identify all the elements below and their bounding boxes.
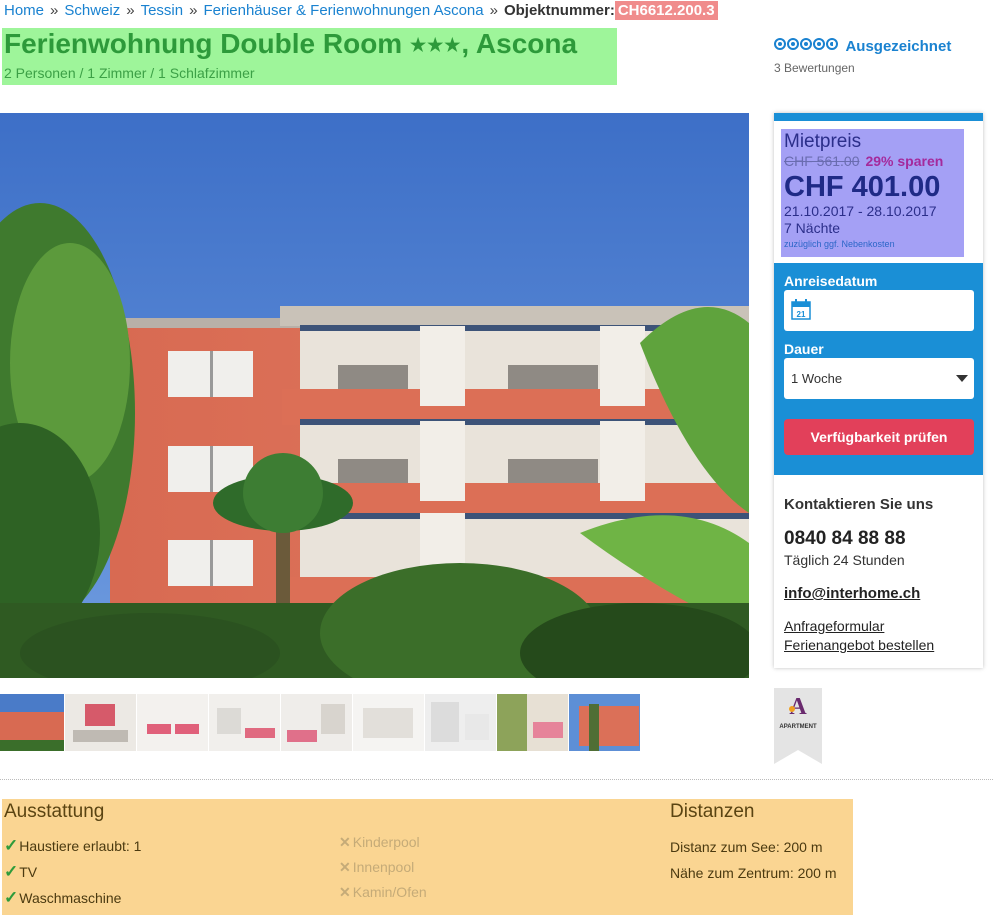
object-number: CH6612.200.3 xyxy=(614,1,718,20)
amenity-label: TV xyxy=(19,864,38,880)
old-price: CHF 561.00 xyxy=(784,153,860,169)
cross-icon: ✕ xyxy=(339,834,351,850)
rating-dot xyxy=(800,38,812,50)
thumbnail-8[interactable] xyxy=(497,694,568,751)
duration-select[interactable]: 1 Woche xyxy=(784,358,974,399)
amenity-label: Kamin/Ofen xyxy=(352,884,427,900)
distances-heading: Distanzen xyxy=(670,801,755,822)
check-icon: ✓ xyxy=(4,862,19,881)
rating-dot xyxy=(774,38,786,50)
amenity-available: ✓Haustiere erlaubt: 1 xyxy=(4,836,141,856)
listing-title-block: Ferienwohnung Double Room ★★★, Ascona 2 … xyxy=(2,28,617,85)
calendar-icon[interactable]: 21 xyxy=(791,299,811,320)
rating-widget[interactable]: Ausgezeichnet 3 Bewertungen xyxy=(774,37,951,75)
cross-icon: ✕ xyxy=(339,884,351,900)
arrival-date-input[interactable]: 21 xyxy=(784,290,974,331)
duration-value: 1 Woche xyxy=(791,371,843,386)
breadcrumb-home[interactable]: Home xyxy=(4,2,44,19)
distance-center: Nähe zum Zentrum: 200 m xyxy=(670,865,837,881)
distance-lake: Distanz zum See: 200 m xyxy=(670,839,823,855)
breadcrumb-separator: » xyxy=(189,2,198,19)
thumbnail-strip xyxy=(0,694,640,751)
check-availability-button[interactable]: Verfügbarkeit prüfen xyxy=(784,419,974,455)
contact-block: Kontaktieren Sie uns 0840 84 88 88 Tägli… xyxy=(784,496,974,655)
badge-text: APARTMENT xyxy=(779,724,817,730)
sidebar-top-bar xyxy=(774,113,983,121)
current-price: CHF 401.00 xyxy=(784,171,941,203)
contact-hours: Täglich 24 Stunden xyxy=(784,552,905,568)
breadcrumb-separator: » xyxy=(126,2,135,19)
rating-dot xyxy=(813,38,825,50)
amenity-unavailable: ✕ Kamin/Ofen xyxy=(339,884,427,901)
star-rating-icon: ★★★ xyxy=(409,35,462,55)
amenity-available: ✓Waschmaschine xyxy=(4,888,121,908)
check-icon: ✓ xyxy=(4,888,19,907)
review-count: 3 Bewertungen xyxy=(774,61,855,76)
thumbnail-3[interactable] xyxy=(137,694,208,751)
thumbnail-6[interactable] xyxy=(353,694,424,751)
amenities-heading: Ausstattung xyxy=(4,801,105,822)
rating-dot xyxy=(787,38,799,50)
cross-icon: ✕ xyxy=(339,859,351,875)
amenity-available: ✓TV xyxy=(4,862,37,882)
thumbnail-5[interactable] xyxy=(281,694,352,751)
contact-heading: Kontaktieren Sie uns xyxy=(784,496,934,513)
amenity-label: Waschmaschine xyxy=(19,890,122,906)
rating-dot-half xyxy=(826,38,838,50)
breadcrumb-schweiz[interactable]: Schweiz xyxy=(64,2,120,19)
amenity-unavailable: ✕ Innenpool xyxy=(339,859,414,876)
thumbnail-2[interactable] xyxy=(65,694,136,751)
amenity-label: Kinderpool xyxy=(352,834,420,850)
savings-badge: 29% sparen xyxy=(865,153,944,169)
breadcrumb-separator: » xyxy=(489,2,498,19)
title-location: , Ascona xyxy=(461,28,578,59)
main-photo[interactable] xyxy=(0,113,749,678)
object-number-label: Objektnummer: xyxy=(503,2,615,19)
contact-phone[interactable]: 0840 84 88 88 xyxy=(784,528,974,550)
section-divider xyxy=(0,779,993,780)
breadcrumb-tessin[interactable]: Tessin xyxy=(141,2,184,19)
arrival-label: Anreisedatum xyxy=(784,273,878,289)
price-box: Mietpreis CHF 561.00 29% sparen CHF 401.0… xyxy=(781,129,964,257)
title-main: Ferienwohnung Double Room xyxy=(4,28,403,59)
breadcrumb: Home » Schweiz » Tessin » Ferienhäuser & Ferie… xyxy=(4,1,718,21)
chevron-down-icon xyxy=(956,375,968,382)
amenity-label: Haustiere erlaubt: 1 xyxy=(19,838,142,854)
thumbnail-4[interactable] xyxy=(209,694,280,751)
breadcrumb-separator: » xyxy=(50,2,59,19)
booking-form: Anreisedatum 21 Dauer 1 Woche Verfügbark… xyxy=(774,263,983,475)
amenity-label: Innenpool xyxy=(352,859,415,875)
price-heading: Mietpreis xyxy=(784,131,862,152)
check-icon: ✓ xyxy=(4,836,19,855)
calendar-icon-day: 21 xyxy=(797,310,806,319)
page-title: Ferienwohnung Double Room ★★★, Ascona xyxy=(2,28,617,61)
inquiry-form-link[interactable]: Anfrageformular xyxy=(784,617,974,636)
listing-subtitle: 2 Personen / 1 Zimmer / 1 Schlafzimmer xyxy=(4,65,255,81)
contact-email-link[interactable]: info@interhome.ch xyxy=(784,585,974,602)
duration-label: Dauer xyxy=(784,341,824,357)
thumbnail-1[interactable] xyxy=(0,694,64,751)
rating-label[interactable]: Ausgezeichnet xyxy=(845,38,951,55)
stay-dates: 21.10.2017 - 28.10.2017 xyxy=(784,203,937,219)
amenity-unavailable: ✕ Kinderpool xyxy=(339,834,420,851)
main-photo-image xyxy=(0,113,749,678)
amenities-section: Ausstattung ✓Haustiere erlaubt: 1 ✓TV ✓W… xyxy=(2,799,853,915)
extra-costs-note: zuzüglich ggf. Nebenkosten xyxy=(784,239,895,249)
apartment-badge-icon: A APARTMENT xyxy=(774,688,822,764)
booking-sidebar: Mietpreis CHF 561.00 29% sparen CHF 401.0… xyxy=(774,113,983,668)
rating-dots-icon xyxy=(774,37,839,55)
order-offer-link[interactable]: Ferienangebot bestellen xyxy=(784,636,974,655)
stay-nights: 7 Nächte xyxy=(784,220,841,236)
thumbnail-9[interactable] xyxy=(569,694,640,751)
breadcrumb-ascona[interactable]: Ferienhäuser & Ferienwohnungen Ascona xyxy=(203,2,483,19)
thumbnail-7[interactable] xyxy=(425,694,496,751)
